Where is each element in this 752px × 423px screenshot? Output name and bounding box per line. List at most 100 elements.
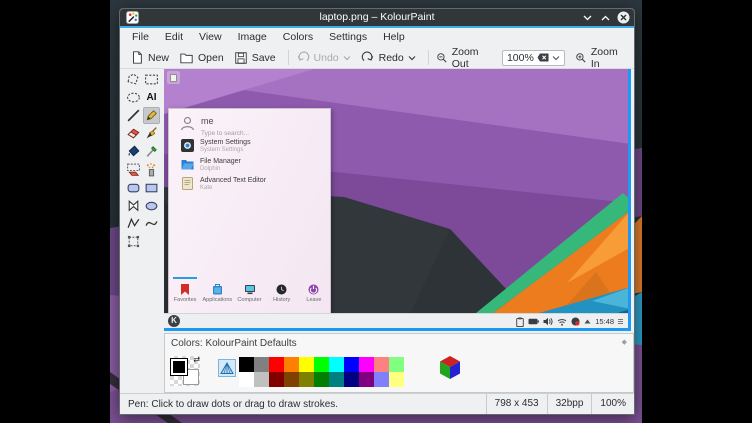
kickoff-item-file-manager: File Manager Dolphin <box>181 158 241 173</box>
palette-swatch-#ff8080[interactable] <box>374 357 389 372</box>
palette-swatch-#80ff80[interactable] <box>389 357 404 372</box>
canvas[interactable]: me Type to search... System Settings Sys… <box>164 69 631 331</box>
clear-text-icon[interactable] <box>537 53 549 62</box>
tool-connected-lines[interactable] <box>125 215 142 232</box>
palette-swatch-#ffff80[interactable] <box>389 372 404 387</box>
foreground-color-swatch[interactable] <box>170 358 188 376</box>
dock-collapse-icon[interactable]: ◆ <box>622 338 627 346</box>
tool-brush[interactable] <box>143 125 160 142</box>
main-toolbar: New Open Save <box>120 47 634 69</box>
palette-swatch-#8080ff[interactable] <box>374 372 389 387</box>
kickoff-item-text-editor: Advanced Text Editor Kate <box>181 177 266 192</box>
tool-zoom[interactable] <box>125 233 142 250</box>
palette-swatch-#00ffff[interactable] <box>329 357 344 372</box>
active-tab-underline <box>173 277 197 279</box>
palette-swatch-#000080[interactable] <box>344 372 359 387</box>
clipboard-icon <box>516 317 524 327</box>
redo-icon <box>361 51 375 65</box>
redo-button[interactable]: Redo <box>361 51 404 65</box>
tool-selection-free-form[interactable] <box>125 71 142 88</box>
close-icon[interactable] <box>617 11 630 24</box>
system-tray: 15:48 <box>516 314 623 329</box>
tray-expand-caret-icon <box>584 319 591 324</box>
screen: laptop.png – KolourPaint <box>0 0 752 423</box>
kickoff-tab-applications: Applications <box>201 279 233 313</box>
palette-swatch-#808080[interactable] <box>254 357 269 372</box>
menu-help[interactable]: Help <box>375 28 413 47</box>
swap-colors-icon[interactable]: ⇄ <box>193 355 200 364</box>
tool-rectangle[interactable] <box>143 179 160 196</box>
palette-swatch-#800000[interactable] <box>269 372 284 387</box>
palette-swatch-#804000[interactable] <box>284 372 299 387</box>
tool-selection-rectangular[interactable] <box>143 71 160 88</box>
redo-dropdown-icon[interactable] <box>408 55 416 61</box>
menu-file[interactable]: File <box>124 28 157 47</box>
palette-swatch-#800080[interactable] <box>359 372 374 387</box>
colors-dock-title: Colors: KolourPaint Defaults <box>171 338 297 349</box>
tool-ellipse[interactable] <box>143 197 160 214</box>
computer-monitor-icon <box>244 284 256 295</box>
minimize-icon[interactable] <box>581 11 594 24</box>
wifi-icon <box>557 318 567 326</box>
status-dimensions: 798 x 453 <box>486 394 547 414</box>
palette-swatch-#ff8000[interactable] <box>284 357 299 372</box>
open-button[interactable]: Open <box>179 51 224 65</box>
open-folder-icon <box>179 51 194 65</box>
palette-swatch-#008000[interactable] <box>314 372 329 387</box>
palette-swatch-#0000ff[interactable] <box>344 357 359 372</box>
image-taskbar: K <box>164 313 631 328</box>
menu-settings[interactable]: Settings <box>321 28 375 47</box>
color-similarity-button[interactable] <box>218 359 236 377</box>
tool-rounded-rectangle[interactable] <box>125 179 142 196</box>
tool-color-picker[interactable] <box>143 143 160 160</box>
menu-colors[interactable]: Colors <box>275 28 321 47</box>
palette-swatch-#ff00ff[interactable] <box>359 357 374 372</box>
palette-swatch-#ffffff[interactable] <box>239 372 254 387</box>
tool-line[interactable] <box>125 107 142 124</box>
color-similarity-pyramid-icon <box>220 362 234 375</box>
status-message: Pen: Click to draw dots or drag to draw … <box>120 399 486 410</box>
menu-edit[interactable]: Edit <box>157 28 191 47</box>
toolbar-separator <box>288 50 289 65</box>
color-similarity-cube[interactable] <box>438 355 462 380</box>
volume-icon <box>543 317 553 326</box>
new-label: New <box>148 52 169 64</box>
foreground-background-swatch[interactable]: ⇄ <box>170 356 200 386</box>
tool-eraser[interactable] <box>125 125 142 142</box>
menu-view[interactable]: View <box>191 28 230 47</box>
tool-pen[interactable] <box>143 107 160 124</box>
save-button[interactable]: Save <box>234 51 276 65</box>
palette-swatch-#00ff00[interactable] <box>314 357 329 372</box>
palette-swatch-#000000[interactable] <box>239 357 254 372</box>
zoom-level-value: 100% <box>507 52 534 64</box>
titlebar[interactable]: laptop.png – KolourPaint <box>120 9 634 26</box>
undo-dropdown-icon[interactable] <box>343 55 351 61</box>
zoom-in-button[interactable]: Zoom In <box>575 46 624 70</box>
kickoff-tab-computer: Computer <box>233 279 265 313</box>
tool-curve[interactable] <box>143 215 160 232</box>
user-name: me <box>201 116 214 126</box>
kickoff-tab-favorites: Favorites <box>169 279 201 313</box>
palette-swatch-#ff0000[interactable] <box>269 357 284 372</box>
new-button[interactable]: New <box>130 50 169 65</box>
undo-button[interactable]: Undo <box>296 51 339 65</box>
text-editor-icon <box>181 177 194 190</box>
palette-swatch-#c0c0c0[interactable] <box>254 372 269 387</box>
combobox-chevron-down-icon[interactable] <box>552 55 560 61</box>
image-edge-highlight-right <box>628 69 631 331</box>
zoom-out-button[interactable]: Zoom Out <box>436 46 492 70</box>
palette-swatch-#ffff00[interactable] <box>299 357 314 372</box>
tool-selection-elliptical[interactable] <box>125 89 142 106</box>
zoom-level-combobox[interactable]: 100% <box>502 50 565 66</box>
menu-image[interactable]: Image <box>230 28 275 47</box>
desktop-folder-icon <box>167 71 180 84</box>
tool-spraycan[interactable] <box>143 161 160 178</box>
palette-swatch-#808000[interactable] <box>299 372 314 387</box>
tool-color-eraser[interactable] <box>125 161 142 178</box>
zoom-out-label: Zoom Out <box>452 46 492 70</box>
tool-text[interactable]: AI <box>143 89 160 106</box>
tool-polygon[interactable] <box>125 197 142 214</box>
maximize-icon[interactable] <box>599 11 612 24</box>
tool-flood-fill[interactable] <box>125 143 142 160</box>
palette-swatch-#008080[interactable] <box>329 372 344 387</box>
